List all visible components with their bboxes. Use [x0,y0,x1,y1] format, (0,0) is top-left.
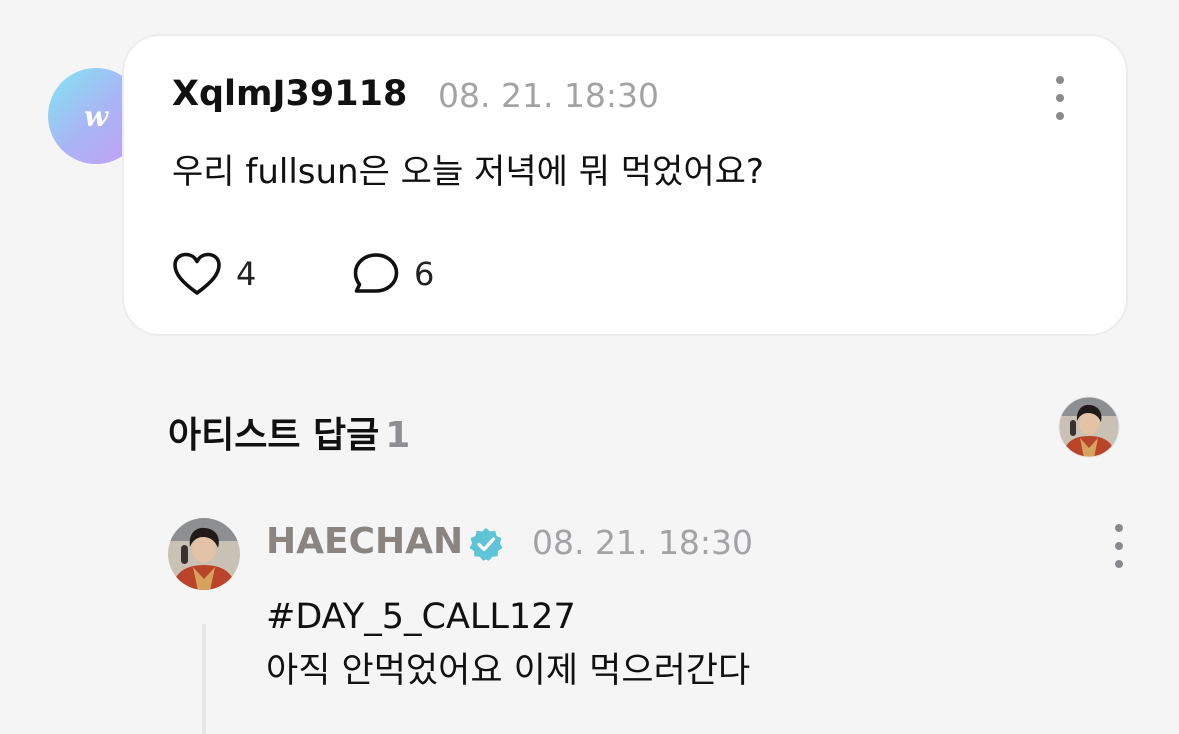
post-timestamp: 08. 21. 18:30 [438,76,660,115]
more-options-icon[interactable] [1048,76,1072,120]
post-card: XqlmJ39118 08. 21. 18:30 우리 fullsun은 오늘 … [122,34,1128,336]
speech-bubble-icon [353,253,399,293]
avatar-letter: w [83,99,109,133]
comment-count: 6 [414,255,435,293]
like-button[interactable]: 4 [172,252,256,296]
reply-more-options-icon[interactable] [1107,524,1131,568]
comment-button[interactable]: 6 [352,252,434,296]
thread-line [202,624,206,734]
artist-name[interactable]: HAECHAN [266,521,463,562]
reply-text: #DAY_5_CALL127 아직 안먹었어요 이제 먹으러간다 [266,590,750,698]
reply-hashtag[interactable]: #DAY_5_CALL127 [266,590,750,644]
artist-avatar-small[interactable] [1058,396,1120,458]
heart-outline-icon [173,252,221,295]
artist-replies-count: 1 [385,415,411,456]
post-text: 우리 fullsun은 오늘 저녁에 뭐 먹었어요? [172,152,764,192]
comment-thread: w XqlmJ39118 08. 21. 18:30 우리 fullsun은 오… [0,0,1179,734]
artist-replies-heading: 아티스트 답글 1 [168,406,410,458]
artist-replies-title: 아티스트 답글 [168,415,380,456]
verified-badge-icon [469,528,503,561]
post-author-name[interactable]: XqlmJ39118 [172,74,407,114]
reply-timestamp: 08. 21. 18:30 [532,523,754,562]
reply-message: 아직 안먹었어요 이제 먹으러간다 [266,651,751,691]
artist-avatar[interactable] [167,517,241,591]
like-count: 4 [236,255,257,293]
